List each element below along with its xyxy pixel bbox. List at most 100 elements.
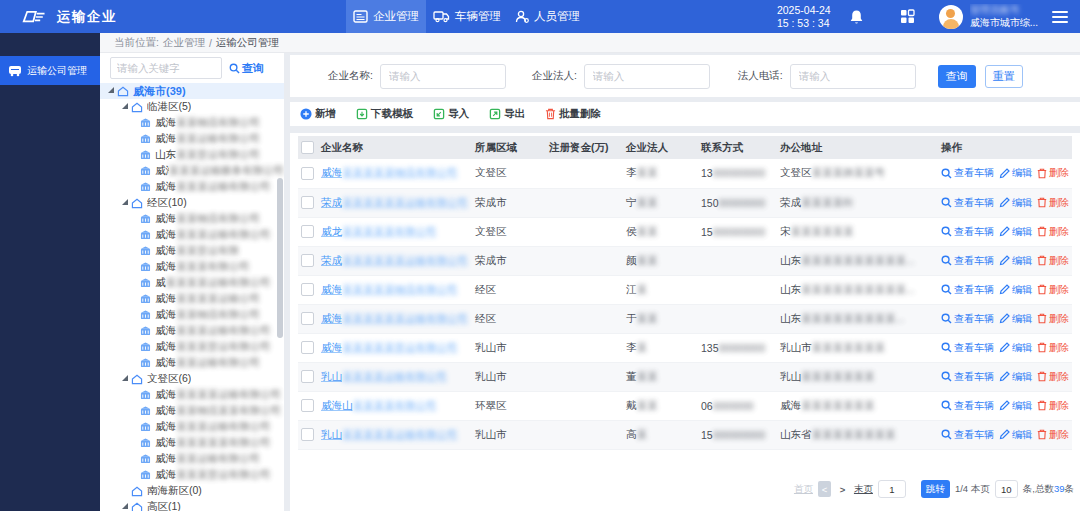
tree-node-district[interactable]: 文登区(6)	[100, 371, 284, 387]
delete-button[interactable]: 删除	[1037, 341, 1069, 355]
user-avatar[interactable]	[939, 5, 963, 29]
select-all-checkbox[interactable]	[301, 141, 314, 154]
row-checkbox[interactable]	[301, 167, 314, 180]
tree-node-company[interactable]: 威海某某某某某有限公司	[100, 435, 284, 451]
legal-person-input[interactable]	[584, 64, 710, 89]
tree-scrollbar[interactable]	[277, 178, 283, 338]
view-vehicles-button[interactable]: 查看车辆	[941, 283, 994, 297]
company-name-link[interactable]: 荣成某某某某某某运输有限公司	[321, 254, 468, 266]
tree-search-input[interactable]	[110, 57, 222, 79]
edit-button[interactable]: 编辑	[999, 254, 1032, 268]
view-vehicles-button[interactable]: 查看车辆	[941, 312, 994, 326]
row-checkbox[interactable]	[301, 428, 314, 441]
import-button[interactable]: 导入	[433, 107, 469, 121]
tree-node-company[interactable]: 威某某某某运输有限公司	[100, 275, 284, 291]
tree-node-district[interactable]: 临港区(5)	[100, 99, 284, 115]
view-vehicles-button[interactable]: 查看车辆	[941, 341, 994, 355]
pagination-prev[interactable]: <	[818, 481, 831, 497]
view-vehicles-button[interactable]: 查看车辆	[941, 370, 994, 384]
edit-button[interactable]: 编辑	[999, 196, 1032, 210]
pagination-last[interactable]: 末页	[854, 483, 873, 496]
edit-button[interactable]: 编辑	[999, 225, 1032, 239]
delete-button[interactable]: 删除	[1037, 428, 1069, 442]
tree-node-company[interactable]: 威海某某某有限公司	[100, 259, 284, 275]
edit-button[interactable]: 编辑	[999, 341, 1032, 355]
row-checkbox[interactable]	[301, 254, 314, 267]
company-name-link[interactable]: 威龙某某某某某有限公司	[321, 225, 437, 237]
sidebar-item-transport-company-mgmt[interactable]: 运输公司管理	[0, 56, 100, 85]
tree-node-company[interactable]: 威海某某某运输有限公司	[100, 179, 284, 195]
edit-button[interactable]: 编辑	[999, 370, 1032, 384]
expand-caret-icon[interactable]	[122, 199, 128, 205]
delete-button[interactable]: 删除	[1037, 312, 1069, 326]
company-name-link[interactable]: 乳山某某某某运输有限公司	[321, 370, 447, 382]
edit-button[interactable]: 编辑	[999, 428, 1032, 442]
view-vehicles-button[interactable]: 查看车辆	[941, 428, 994, 442]
tree-node-company[interactable]: 威海某某运输有限公司	[100, 355, 284, 371]
jump-button[interactable]: 跳转	[921, 480, 950, 498]
row-checkbox[interactable]	[301, 225, 314, 238]
edit-button[interactable]: 编辑	[999, 166, 1032, 180]
tree-node-district[interactable]: 高区(1)	[100, 499, 284, 511]
delete-button[interactable]: 删除	[1037, 196, 1069, 210]
menu-hamburger-icon[interactable]	[1052, 11, 1068, 23]
delete-button[interactable]: 删除	[1037, 166, 1069, 180]
row-checkbox[interactable]	[301, 283, 314, 296]
tree-node-company[interactable]: 威海某某某运输有限公司	[100, 323, 284, 339]
view-vehicles-button[interactable]: 查看车辆	[941, 166, 994, 180]
tree-search-button[interactable]: 查询	[229, 61, 264, 76]
tree-node-company[interactable]: 威海某某物流有限公司	[100, 307, 284, 323]
notification-bell-icon[interactable]	[849, 9, 864, 25]
view-vehicles-button[interactable]: 查看车辆	[941, 225, 994, 239]
tree-node-company[interactable]: 威海某某某运输服务有限公司	[100, 163, 284, 179]
tree-node-company[interactable]: 威海某某某运输有限公司	[100, 227, 284, 243]
tree-node-company[interactable]: 威海某某某货运有限公司	[100, 467, 284, 483]
search-button[interactable]: 查询	[938, 65, 976, 88]
view-vehicles-button[interactable]: 查看车辆	[941, 399, 994, 413]
edit-button[interactable]: 编辑	[999, 283, 1032, 297]
nav-tab-vehicles[interactable]: 车辆管理	[426, 0, 508, 33]
view-vehicles-button[interactable]: 查看车辆	[941, 254, 994, 268]
tree-node-district[interactable]: 南海新区(0)	[100, 483, 284, 499]
pagination-first[interactable]: 首页	[794, 483, 813, 496]
company-name-link[interactable]: 威海某某某某某物流有限公司	[321, 166, 458, 178]
row-checkbox[interactable]	[301, 196, 314, 209]
tree-node-company[interactable]: 威海某某某某运输公司	[100, 291, 284, 307]
row-checkbox[interactable]	[301, 312, 314, 325]
edit-button[interactable]: 编辑	[999, 399, 1032, 413]
expand-caret-icon[interactable]	[122, 503, 128, 509]
tree-node-company[interactable]: 威海某某某运输有限公司	[100, 419, 284, 435]
page-number-input[interactable]	[878, 480, 906, 498]
tree-node-company[interactable]: 威海某某运输有限公司	[100, 131, 284, 147]
apps-grid-icon[interactable]	[900, 9, 915, 24]
company-name-link[interactable]: 威海某某某某某物流有限公司	[321, 283, 458, 295]
delete-button[interactable]: 删除	[1037, 225, 1069, 239]
tree-node-company[interactable]: 威海某某物流有限公司	[100, 211, 284, 227]
pagination-next[interactable]: >	[836, 481, 849, 497]
tree-node-company[interactable]: 威海某某某某运输有限公司	[100, 387, 284, 403]
tree-node-company[interactable]: 威海某某物流某某有限公司	[100, 403, 284, 419]
view-vehicles-button[interactable]: 查看车辆	[941, 196, 994, 210]
expand-caret-icon[interactable]	[108, 87, 114, 93]
company-name-link[interactable]: 威海某某某某某货运有限公司	[321, 341, 458, 353]
tree-node-company[interactable]: 威海某某运输有限公司	[100, 451, 284, 467]
nav-tab-personnel[interactable]: 人员管理	[508, 0, 587, 33]
tree-node-district[interactable]: 经区(10)	[100, 195, 284, 211]
batch-delete-button[interactable]: 批量删除	[545, 107, 601, 121]
expand-caret-icon[interactable]	[122, 103, 128, 109]
company-name-link[interactable]: 威海山某某某某有限公司	[321, 399, 437, 411]
tree-node-company[interactable]: 山东某某货运有限公司	[100, 147, 284, 163]
expand-caret-icon[interactable]	[122, 375, 128, 381]
row-checkbox[interactable]	[301, 370, 314, 383]
edit-button[interactable]: 编辑	[999, 312, 1032, 326]
delete-button[interactable]: 删除	[1037, 370, 1069, 384]
reset-button[interactable]: 重置	[985, 65, 1023, 88]
company-name-link[interactable]: 乳山某某某某某运输有限公司	[321, 428, 458, 440]
nav-tab-enterprise[interactable]: 企业管理	[346, 0, 426, 33]
delete-button[interactable]: 删除	[1037, 254, 1069, 268]
company-name-input[interactable]	[380, 64, 506, 89]
export-button[interactable]: 导出	[489, 107, 525, 121]
company-name-link[interactable]: 荣成某某某某某某运输有限公司	[321, 196, 468, 208]
legal-phone-input[interactable]	[790, 64, 916, 89]
breadcrumb-parent[interactable]: 企业管理	[163, 36, 205, 50]
